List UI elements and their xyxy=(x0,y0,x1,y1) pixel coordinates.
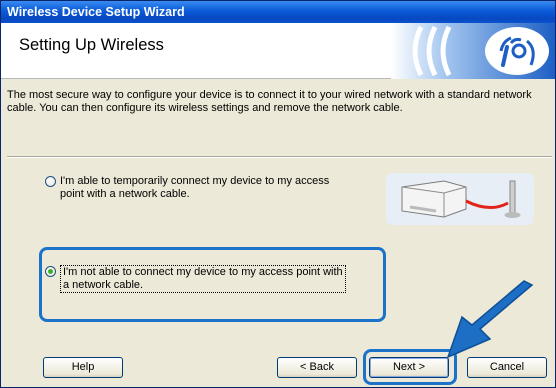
page-title: Setting Up Wireless xyxy=(19,36,164,54)
header-banner: Setting Up Wireless xyxy=(1,23,555,79)
printer-access-point-illustration xyxy=(386,173,534,225)
wireless-signal-icon xyxy=(391,23,555,79)
pointer-arrow-icon xyxy=(446,280,534,359)
option-temporary-cable[interactable]: I'm able to temporarily connect my devic… xyxy=(45,175,329,201)
description-text: The most secure way to configure your de… xyxy=(7,89,532,114)
option-no-cable[interactable]: I'm not able to connect my device to my … xyxy=(45,265,346,293)
next-button[interactable]: Next > xyxy=(369,357,449,378)
radio-temporary-cable[interactable] xyxy=(45,176,56,187)
separator xyxy=(7,156,552,158)
radio-no-cable[interactable] xyxy=(45,266,56,277)
window-title: Wireless Device Setup Wizard xyxy=(7,5,185,19)
back-button[interactable]: < Back xyxy=(277,357,357,378)
help-button[interactable]: Help xyxy=(43,357,123,378)
title-bar: Wireless Device Setup Wizard xyxy=(1,1,555,23)
wizard-window: Wireless Device Setup Wizard Setting Up … xyxy=(0,0,556,388)
option-no-cable-label: I'm not able to connect my device to my … xyxy=(60,265,346,293)
option-temporary-cable-label: I'm able to temporarily connect my devic… xyxy=(60,175,330,200)
